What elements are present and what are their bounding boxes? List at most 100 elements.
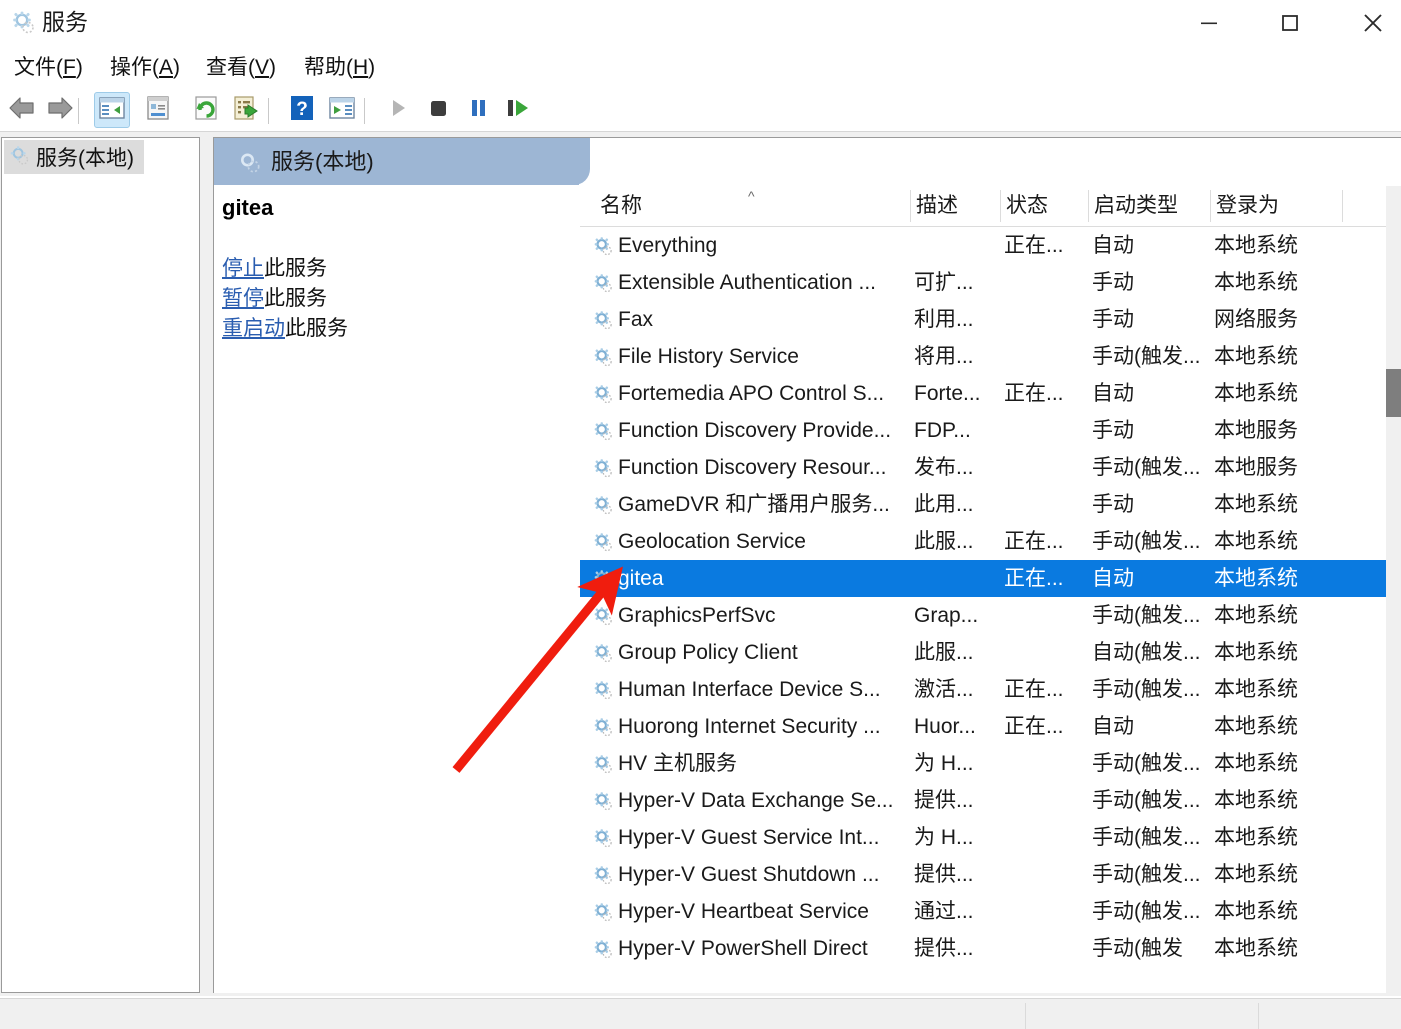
service-gear-icon bbox=[592, 864, 614, 886]
service-startup-type-cell: 手动 bbox=[1092, 308, 1134, 331]
table-row[interactable]: Everything 正在... 自动 本地系统 bbox=[580, 227, 1401, 264]
close-button[interactable] bbox=[1345, 0, 1401, 46]
service-name-cell: Function Discovery Resour... bbox=[618, 456, 887, 479]
action-suffix: 此服务 bbox=[264, 287, 327, 310]
service-description-cell: 利用... bbox=[914, 308, 974, 331]
export-list-button[interactable] bbox=[228, 92, 264, 128]
play-icon bbox=[386, 95, 410, 126]
menu-label: 操作(A) bbox=[110, 56, 181, 79]
minimize-button[interactable] bbox=[1181, 0, 1237, 46]
restart-service-link[interactable]: 重启动此服务 bbox=[222, 315, 348, 343]
maximize-button[interactable] bbox=[1262, 0, 1318, 46]
service-gear-icon bbox=[592, 901, 614, 923]
service-startup-type-cell: 手动(触发... bbox=[1092, 789, 1201, 812]
status-bar bbox=[0, 998, 1401, 1029]
table-row[interactable]: Fax 利用... 手动 网络服务 bbox=[580, 301, 1401, 338]
menu-view[interactable]: 查看(V) bbox=[202, 50, 280, 86]
table-row[interactable]: Fortemedia APO Control S... Forte... 正在...… bbox=[580, 375, 1401, 412]
service-status-cell: 正在... bbox=[1004, 567, 1064, 590]
column-divider[interactable] bbox=[1088, 190, 1089, 222]
services-gear-icon bbox=[8, 144, 30, 171]
service-gear-icon bbox=[592, 420, 614, 442]
table-row[interactable]: Group Policy Client 此服... 自动(触发... 本地系统 bbox=[580, 634, 1401, 671]
sidebar-item-services-local[interactable]: 服务(本地) bbox=[4, 140, 144, 174]
table-row[interactable]: Hyper-V Guest Service Int... 为 H... 手动(触发.… bbox=[580, 819, 1401, 856]
column-logon[interactable]: 登录为 bbox=[1216, 185, 1346, 227]
table-row[interactable]: Geolocation Service 此服... 正在... 手动(触发... 本地系… bbox=[580, 523, 1401, 560]
table-row[interactable]: Huorong Internet Security ... Huor... 正在..… bbox=[580, 708, 1401, 745]
service-description-cell: 将用... bbox=[914, 345, 974, 368]
service-name-cell: Everything bbox=[618, 234, 718, 257]
vertical-scrollbar[interactable] bbox=[1386, 186, 1401, 993]
service-gear-icon bbox=[592, 494, 614, 516]
forward-button[interactable] bbox=[42, 92, 78, 128]
table-row[interactable]: Hyper-V Heartbeat Service 通过... 手动(触发... 本地… bbox=[580, 893, 1401, 930]
table-row[interactable]: Function Discovery Provide... FDP... 手动 本地服… bbox=[580, 412, 1401, 449]
service-description-cell: 此用... bbox=[914, 493, 974, 516]
service-logon-cell: 本地系统 bbox=[1214, 493, 1298, 516]
start-service-button[interactable] bbox=[380, 92, 416, 128]
service-gear-icon bbox=[592, 753, 614, 775]
maximize-icon bbox=[1282, 15, 1298, 31]
service-gear-icon bbox=[592, 346, 614, 368]
service-logon-cell: 本地系统 bbox=[1214, 789, 1298, 812]
column-description[interactable]: 描述 bbox=[916, 185, 1004, 227]
column-name[interactable]: 名称 bbox=[600, 185, 890, 227]
close-icon bbox=[1364, 14, 1382, 32]
table-row[interactable]: Human Interface Device S... 激活... 正在... 手动(… bbox=[580, 671, 1401, 708]
scrollbar-thumb[interactable] bbox=[1386, 369, 1401, 417]
pause-service-link-anchor[interactable]: 暂停 bbox=[222, 287, 264, 310]
menu-action[interactable]: 操作(A) bbox=[106, 50, 184, 86]
back-button[interactable] bbox=[4, 92, 40, 128]
action-suffix: 此服务 bbox=[264, 257, 327, 280]
show-action-pane-button[interactable] bbox=[324, 92, 360, 128]
service-startup-type-cell: 自动(触发... bbox=[1092, 641, 1201, 664]
column-divider[interactable] bbox=[910, 190, 911, 222]
service-logon-cell: 本地系统 bbox=[1214, 752, 1298, 775]
column-startup[interactable]: 启动类型 bbox=[1094, 185, 1214, 227]
menu-file[interactable]: 文件(F) bbox=[10, 50, 87, 86]
services-rows: Everything 正在... 自动 本地系统 Extensible Authenti… bbox=[580, 227, 1401, 993]
column-status[interactable]: 状态 bbox=[1006, 185, 1088, 227]
service-details-pane: gitea 停止此服务 暂停此服务 重启动此服务 bbox=[214, 185, 578, 993]
service-startup-type-cell: 手动(触发... bbox=[1092, 604, 1201, 627]
table-row[interactable]: File History Service 将用... 手动(触发... 本地系统 bbox=[580, 338, 1401, 375]
properties-icon bbox=[144, 95, 172, 126]
stop-service-button[interactable] bbox=[420, 92, 456, 128]
service-gear-icon bbox=[592, 457, 614, 479]
table-row[interactable]: Hyper-V Data Exchange Se... 提供... 手动(触发...… bbox=[580, 782, 1401, 819]
table-row[interactable]: GameDVR 和广播用户服务... 此用... 手动 本地系统 bbox=[580, 486, 1401, 523]
service-gear-icon bbox=[592, 938, 614, 960]
table-row[interactable]: Hyper-V Guest Shutdown ... 提供... 手动(触发... 本… bbox=[580, 856, 1401, 893]
service-status-cell bbox=[1004, 782, 1086, 819]
table-row[interactable]: GraphicsPerfSvc Grap... 手动(触发... 本地系统 bbox=[580, 597, 1401, 634]
help-button[interactable]: ? bbox=[284, 92, 320, 128]
service-logon-cell: 本地服务 bbox=[1214, 456, 1298, 479]
restart-service-link-anchor[interactable]: 重启动 bbox=[222, 317, 285, 340]
table-row[interactable]: Hyper-V PowerShell Direct 提供... 手动(触发 本地系统 bbox=[580, 930, 1401, 967]
refresh-button[interactable] bbox=[188, 92, 224, 128]
table-row[interactable]: HV 主机服务 为 H... 手动(触发... 本地系统 bbox=[580, 745, 1401, 782]
stop-service-link[interactable]: 停止此服务 bbox=[222, 255, 327, 283]
service-status-cell bbox=[1004, 634, 1086, 671]
menu-help[interactable]: 帮助(H) bbox=[300, 50, 379, 86]
table-row[interactable]: Extensible Authentication ... 可扩... 手动 本地系统 bbox=[580, 264, 1401, 301]
properties-button[interactable] bbox=[140, 92, 176, 128]
service-logon-cell: 本地系统 bbox=[1214, 567, 1298, 590]
stop-service-link-anchor[interactable]: 停止 bbox=[222, 257, 264, 280]
restart-service-button[interactable] bbox=[500, 92, 536, 128]
service-description-cell: FDP... bbox=[914, 419, 971, 442]
service-startup-type-cell: 自动 bbox=[1092, 234, 1134, 257]
service-gear-icon bbox=[592, 309, 614, 331]
pause-service-button[interactable] bbox=[460, 92, 496, 128]
table-row-selected[interactable]: gitea 正在... 自动 本地系统 bbox=[580, 560, 1401, 597]
pause-service-link[interactable]: 暂停此服务 bbox=[222, 285, 327, 313]
action-pane-icon bbox=[328, 95, 356, 126]
service-status-cell bbox=[1004, 856, 1086, 893]
show-hide-tree-button[interactable] bbox=[94, 92, 130, 128]
service-name-cell: Geolocation Service bbox=[618, 530, 806, 553]
table-row[interactable]: Function Discovery Resour... 发布... 手动(触发..… bbox=[580, 449, 1401, 486]
service-status-cell: 正在... bbox=[1004, 530, 1064, 553]
service-description-cell: 此服... bbox=[914, 641, 974, 664]
help-question-icon: ? bbox=[289, 95, 315, 126]
